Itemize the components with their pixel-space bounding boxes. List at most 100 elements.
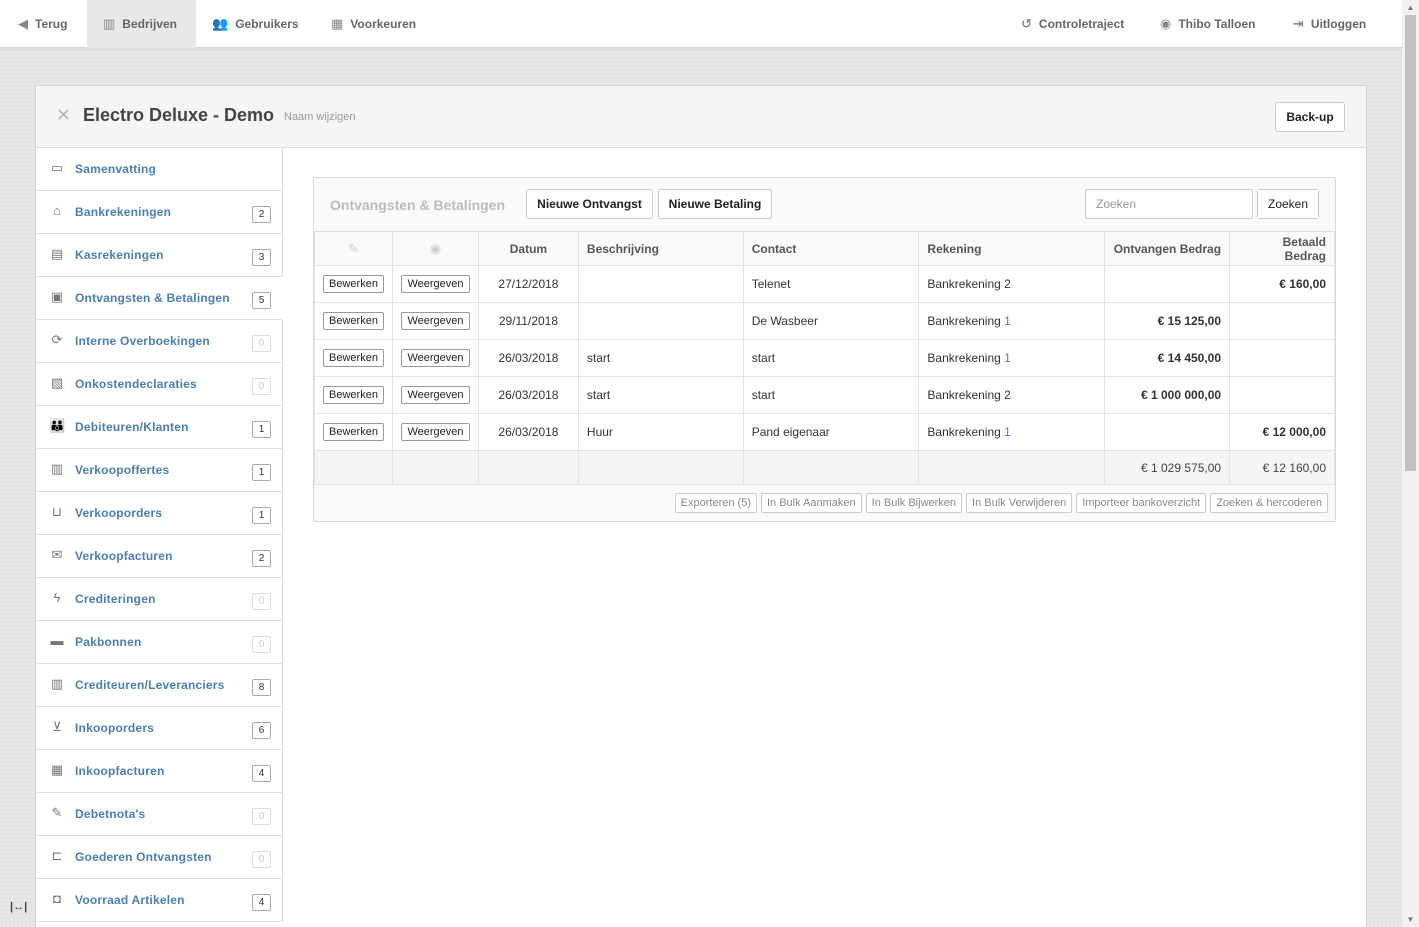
sidebar-item[interactable]: ⊔ Verkooporders 1	[36, 492, 283, 535]
paid-column-header[interactable]: Betaald Bedrag	[1229, 231, 1335, 266]
view-button[interactable]: Weergeven	[401, 312, 470, 330]
account-number: 1	[1004, 425, 1011, 439]
count-badge: 8	[252, 679, 271, 696]
people-icon: 👪	[49, 418, 66, 433]
account-name: Bankrekening	[927, 277, 1001, 291]
contact-cell: Pand eigenaar	[742, 413, 920, 451]
sidebar-item[interactable]: ✎ Debetnota's 0	[36, 793, 283, 836]
description-column-header[interactable]: Beschrijving	[577, 231, 744, 266]
sidebar-item[interactable]: ▣ Ontvangsten & Betalingen 5	[36, 277, 283, 320]
sidebar-item-label: Pakbonnen	[75, 635, 142, 649]
nav-logout-label: Uitloggen	[1310, 17, 1367, 31]
new-receipt-button[interactable]: Nieuwe Ontvangst	[526, 189, 653, 219]
nav-preferences[interactable]: ▦ Voorkeuren	[331, 0, 416, 48]
view-button[interactable]: Weergeven	[401, 423, 470, 441]
view-button[interactable]: Weergeven	[401, 275, 470, 293]
scroll-down-icon[interactable]: ▼	[1402, 912, 1419, 927]
lightning-icon: ϟ	[53, 590, 61, 605]
cart-icon: ⊻	[52, 719, 62, 734]
view-button[interactable]: Weergeven	[401, 386, 470, 404]
company-panel: ✕ Electro Deluxe - Demo Naam wijzigen Ba…	[35, 85, 1367, 927]
edit-button[interactable]: Bewerken	[323, 275, 384, 293]
invoice-icon: ✉	[51, 547, 63, 562]
page-scrollbar[interactable]: ▲ ▼	[1402, 0, 1419, 927]
account-cell: Bankrekening 1	[918, 339, 1106, 377]
nav-preferences-label: Voorkeuren	[350, 17, 417, 31]
count-badge: 0	[252, 851, 271, 868]
rename-link[interactable]: Naam wijzigen	[284, 111, 356, 123]
sidebar-item[interactable]: ⊻ Inkooporders 6	[36, 707, 283, 750]
totals-row: € 1 029 575,00 € 12 160,00	[314, 450, 1335, 485]
bulk-action-button[interactable]: Importeer bankoverzicht	[1076, 493, 1207, 513]
sidebar-item[interactable]: ⟳ Interne Overboekingen 0	[36, 320, 283, 363]
count-badge: 2	[252, 206, 271, 223]
sidebar-item[interactable]: ϟ Crediteringen 0	[36, 578, 283, 621]
bulk-action-button[interactable]: In Bulk Verwijderen	[966, 493, 1073, 513]
account-cell: Bankrekening 1	[918, 302, 1106, 340]
date-cell: 29/11/2018	[477, 302, 579, 340]
note-icon: ✎	[51, 805, 63, 820]
resize-icon[interactable]: |↔|	[10, 901, 27, 913]
description-cell	[577, 265, 744, 303]
bulk-action-button[interactable]: In Bulk Bijwerken	[865, 493, 963, 513]
edit-button[interactable]: Bewerken	[323, 386, 384, 404]
edit-button[interactable]: Bewerken	[323, 312, 384, 330]
view-button[interactable]: Weergeven	[401, 349, 470, 367]
nav-control[interactable]: ↺ Controletraject	[1021, 0, 1124, 48]
sidebar-item[interactable]: ▦ Inkoopfacturen 4	[36, 750, 283, 793]
contact-column-header[interactable]: Contact	[742, 231, 920, 266]
nav-logout[interactable]: ⇥ Uitloggen	[1293, 0, 1366, 48]
count-badge: 0	[252, 335, 271, 352]
received-cell: € 1 000 000,00	[1104, 376, 1231, 414]
bulk-action-button[interactable]: Zoeken & hercoderen	[1210, 493, 1328, 513]
scroll-thumb[interactable]	[1405, 15, 1416, 471]
search-input[interactable]	[1085, 189, 1253, 219]
eye-icon: ◉	[429, 240, 442, 256]
bulk-action-button[interactable]: In Bulk Aanmaken	[760, 493, 862, 513]
empty-total-cell	[314, 450, 393, 485]
account-column-header[interactable]: Rekening	[918, 231, 1106, 266]
table-row: Bewerken Weergeven 26/03/2018 start start Ban…	[314, 339, 1335, 377]
nav-users[interactable]: 👥 Gebruikers	[212, 0, 299, 48]
sidebar-item[interactable]: ⊏ Goederen Ontvangsten 0	[36, 836, 283, 879]
sidebar-item[interactable]: ⌂ Bankrekeningen 2	[36, 191, 283, 234]
sidebar-item[interactable]: ▭ Samenvatting	[36, 148, 283, 191]
scroll-up-icon[interactable]: ▲	[1402, 0, 1419, 15]
nav-companies[interactable]: ▥ Bedrijven	[87, 0, 196, 48]
people-icon: 👥	[212, 16, 229, 31]
sidebar-item[interactable]: ▬ Pakbonnen 0	[36, 621, 283, 664]
sidebar-item[interactable]: ◘ Voorraad Artikelen 4	[36, 879, 283, 922]
count-badge: 6	[252, 722, 271, 739]
back-link[interactable]: ◀ Terug	[18, 0, 67, 48]
close-icon[interactable]: ✕	[56, 105, 71, 126]
edit-cell: Bewerken	[314, 413, 393, 451]
new-payment-button[interactable]: Nieuwe Betaling	[658, 189, 772, 219]
sidebar-item-label: Voorraad Artikelen	[75, 893, 185, 907]
count-badge: 1	[252, 464, 271, 481]
sidebar: ▭ Samenvatting ⌂ Bankrekeningen 2 ▤ Kasrekenin…	[36, 148, 283, 922]
date-column-header[interactable]: Datum	[477, 231, 579, 266]
sidebar-item[interactable]: ✉ Verkoopfacturen 2	[36, 535, 283, 578]
sidebar-item[interactable]: ▥ Verkoopoffertes 1	[36, 449, 283, 492]
bulk-actions: Exporteren (5) In Bulk Aanmaken In Bulk Bi…	[674, 493, 1328, 513]
edit-cell: Bewerken	[314, 265, 393, 303]
edit-button[interactable]: Bewerken	[323, 423, 384, 441]
edit-button[interactable]: Bewerken	[323, 349, 384, 367]
paid-cell	[1229, 339, 1335, 377]
search-button[interactable]: Zoeken	[1257, 189, 1319, 219]
nav-user[interactable]: ◉ Thibo Talloen	[1160, 0, 1255, 48]
sidebar-item[interactable]: ▤ Kasrekeningen 3	[36, 234, 283, 277]
sidebar-item[interactable]: ▧ Onkostendeclaraties 0	[36, 363, 283, 406]
account-name: Bankrekening	[927, 314, 1001, 328]
logout-icon: ⇥	[1293, 16, 1304, 31]
account-number: 1	[1004, 351, 1011, 365]
sidebar-item[interactable]: 👪 Debiteuren/Klanten 1	[36, 406, 283, 449]
backup-button[interactable]: Back-up	[1275, 102, 1345, 132]
view-cell: Weergeven	[391, 265, 479, 303]
received-column-header[interactable]: Ontvangen Bedrag	[1104, 231, 1231, 266]
sidebar-item[interactable]: ▥ Crediteuren/Leveranciers 8	[36, 664, 283, 707]
empty-total-cell	[918, 450, 1106, 485]
bulk-action-button[interactable]: Exporteren (5)	[674, 493, 757, 513]
sidebar-item-label: Onkostendeclaraties	[75, 377, 197, 391]
paid-cell	[1229, 376, 1335, 414]
